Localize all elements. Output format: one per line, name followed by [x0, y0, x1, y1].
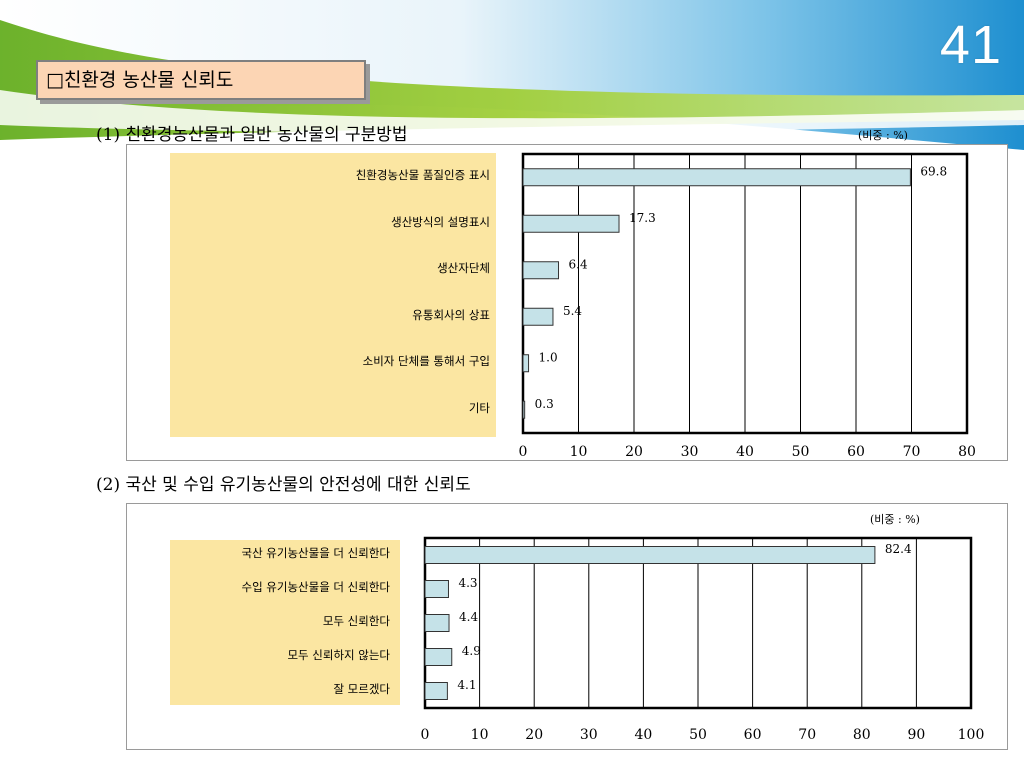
chart2-x-tick-label: 70	[798, 727, 816, 743]
chart2-x-tick-label: 10	[471, 727, 489, 743]
chart2-x-tick-label: 60	[744, 727, 762, 743]
chart2-bar	[424, 546, 876, 564]
chart2-value-label: 82.4	[885, 542, 912, 556]
chart2-value-label: 4.1	[457, 678, 476, 692]
chart2-x-tick-label: 20	[525, 727, 543, 743]
chart2-bar	[424, 614, 450, 632]
chart2-x-tick-label: 100	[958, 727, 985, 743]
chart2-x-tick-label: 40	[634, 727, 652, 743]
chart2-bar	[424, 580, 449, 598]
chart2-value-label: 4.9	[462, 644, 481, 658]
chart2-x-tick-label: 80	[853, 727, 871, 743]
chart2-bar	[424, 682, 448, 700]
chart2-x-tick-label: 0	[421, 727, 430, 743]
chart2-value-label: 4.4	[459, 610, 478, 624]
chart2-bar	[424, 648, 453, 666]
chart2-svg: 0 10 20 30 40 50 60 70 80 90 100 82.4 4.3 4.4 4.9 4.1	[421, 536, 985, 743]
chart2-value-label: 4.3	[458, 576, 477, 590]
chart2-x-tick-label: 90	[907, 727, 925, 743]
chart2-x-tick-label: 50	[689, 727, 707, 743]
chart2-x-tick-label: 30	[580, 727, 598, 743]
